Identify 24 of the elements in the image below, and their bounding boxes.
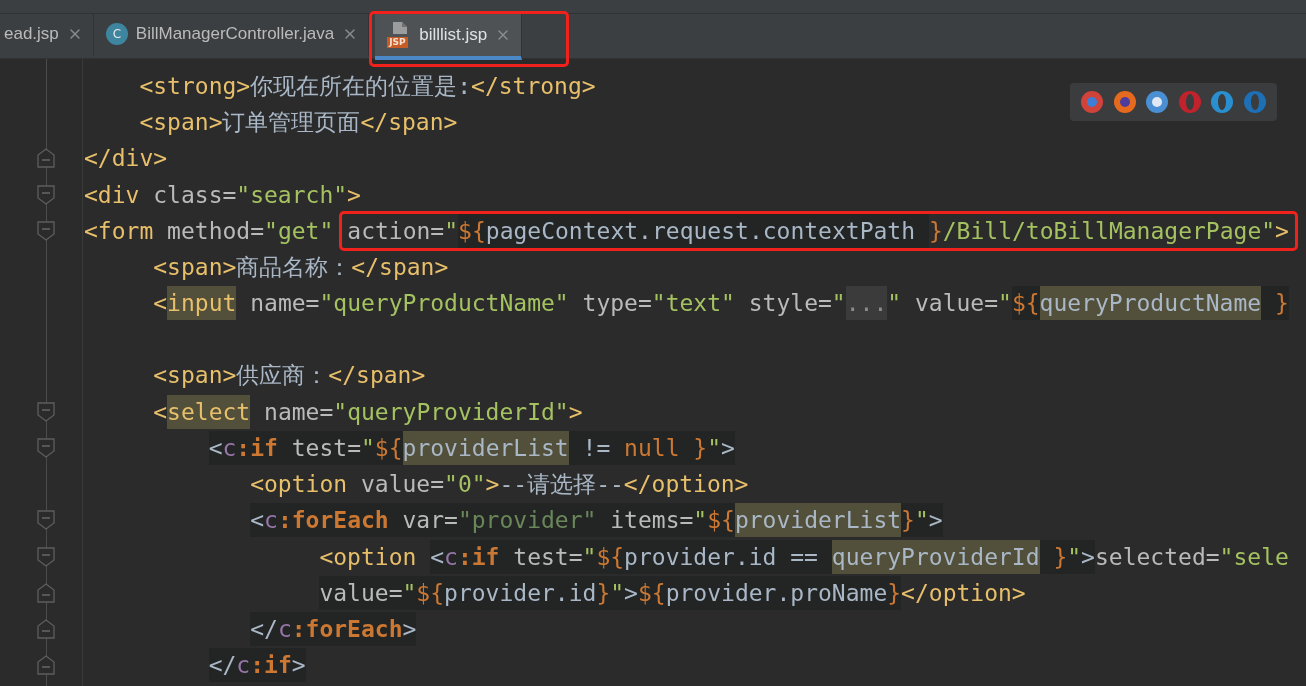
fold-icon[interactable] bbox=[37, 401, 55, 422]
fold-icon[interactable] bbox=[37, 655, 55, 676]
code-text: <div class="search"> bbox=[84, 181, 361, 208]
fold-icon[interactable] bbox=[37, 437, 55, 458]
code-text: <option value="0">--请选择--</option> bbox=[249, 469, 749, 499]
browser-icon[interactable] bbox=[1145, 90, 1170, 114]
fold-icon[interactable] bbox=[37, 184, 55, 205]
annotation-box: action="${pageContext.request.contextPath }/Bill/toBillManagerPage"> bbox=[339, 210, 1298, 251]
code-text: <span>供应商：</span> bbox=[152, 361, 426, 391]
file-tab[interactable]: C BillManagerController.java bbox=[93, 14, 370, 58]
code-text: <form method="get" bbox=[84, 217, 334, 244]
fold-icon[interactable] bbox=[37, 510, 55, 531]
code-text: <span>商品名称：</span> bbox=[152, 252, 449, 282]
fold-icon[interactable] bbox=[37, 582, 55, 603]
code-text: <strong>你现在所在的位置是:</strong> bbox=[138, 71, 596, 101]
file-tab[interactable]: ead.jsp bbox=[0, 14, 94, 58]
class-icon: C bbox=[105, 23, 128, 45]
fold-icon[interactable] bbox=[37, 220, 55, 241]
code-text: <span>订单管理页面</span> bbox=[138, 107, 458, 137]
file-tab[interactable]: JSP billlist.jsp bbox=[375, 14, 523, 60]
fold-icon[interactable] bbox=[37, 618, 55, 639]
fold-icon[interactable] bbox=[37, 546, 55, 567]
code-text: </div> bbox=[84, 145, 168, 172]
fold-icon[interactable] bbox=[37, 148, 55, 169]
